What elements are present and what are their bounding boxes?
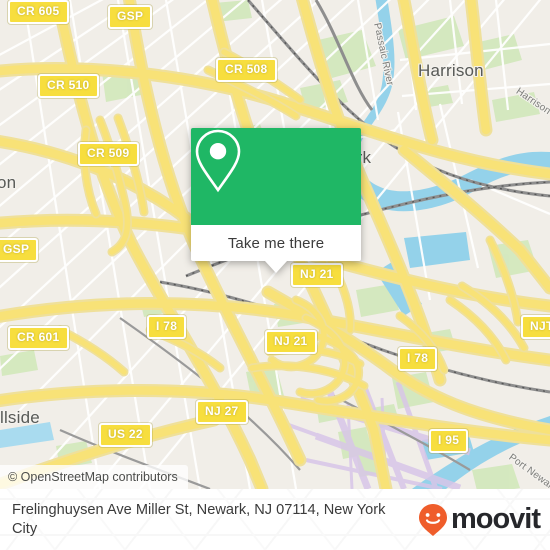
map-attribution[interactable]: © OpenStreetMap contributors xyxy=(0,465,188,489)
map-label-harrison: Harrison xyxy=(418,61,484,80)
highway-shield-gsp-north[interactable]: GSP xyxy=(108,5,153,29)
map-label-hillside: illside xyxy=(0,408,40,427)
moovit-logo[interactable]: moovit xyxy=(418,503,541,537)
moovit-pin-icon xyxy=(418,503,447,536)
highway-shield-nj-27[interactable]: NJ 27 xyxy=(196,400,248,424)
highway-shield-cr-509[interactable]: CR 509 xyxy=(78,142,139,166)
take-me-there-label: Take me there xyxy=(227,234,325,252)
footer-bar: Frelinghuysen Ave Miller St, Newark, NJ … xyxy=(0,489,550,550)
highway-shield-cr-510[interactable]: CR 510 xyxy=(38,74,99,98)
highway-shield-i-78-west[interactable]: I 78 xyxy=(147,315,187,339)
popup-card-header xyxy=(191,128,361,225)
highway-shield-gsp-west[interactable]: GSP xyxy=(0,238,39,262)
highway-shield-nj-21-north[interactable]: NJ 21 xyxy=(291,263,343,287)
popup-card-action[interactable]: Take me there xyxy=(191,225,361,273)
highway-shield-cr-601[interactable]: CR 601 xyxy=(8,326,69,350)
map-screenshot: Harrison ark on illside Passaic River Ha… xyxy=(0,0,550,550)
moovit-wordmark: moovit xyxy=(450,503,541,535)
location-popup-card[interactable]: Take me there xyxy=(191,128,361,273)
address-text: Frelinghuysen Ave Miller St, Newark, NJ … xyxy=(12,501,386,537)
highway-shield-cr-605[interactable]: CR 605 xyxy=(8,0,69,24)
highway-shield-cr-508[interactable]: CR 508 xyxy=(216,58,277,82)
map-canvas[interactable]: Harrison ark on illside Passaic River Ha… xyxy=(0,0,550,489)
map-label-irvington: on xyxy=(0,173,17,192)
location-pin-icon xyxy=(195,129,241,193)
popup-card-tail xyxy=(265,261,287,273)
highway-shield-us-22[interactable]: US 22 xyxy=(99,423,152,447)
highway-shield-i-95[interactable]: I 95 xyxy=(429,429,469,453)
highway-shield-i-78-east[interactable]: I 78 xyxy=(398,347,438,371)
highway-shield-nj-21-south[interactable]: NJ 21 xyxy=(265,330,317,354)
highway-shield-njtp[interactable]: NJTP xyxy=(521,315,550,339)
